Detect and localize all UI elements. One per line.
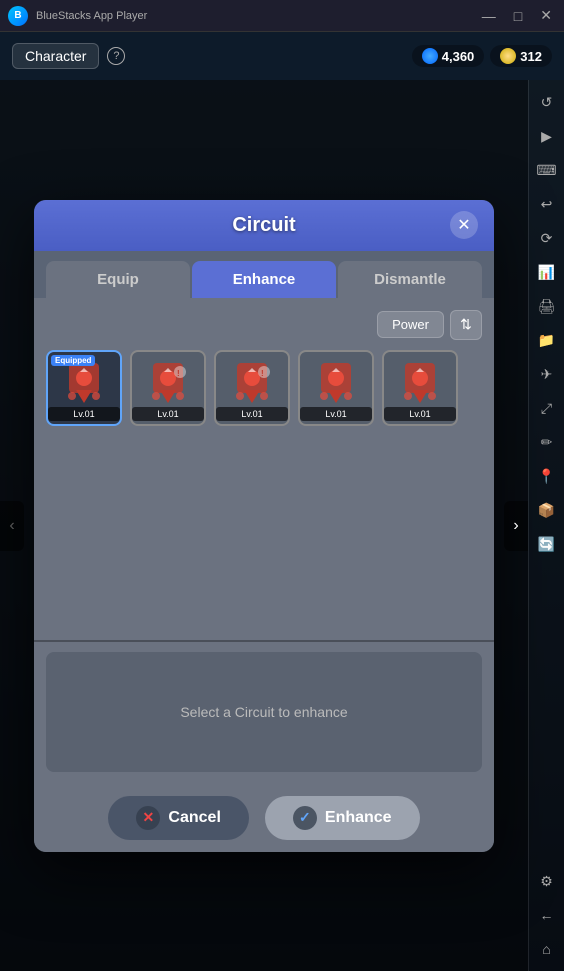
close-btn[interactable]: ✕ [536, 5, 556, 26]
game-header: Character ? 4,360 312 [0, 32, 564, 80]
cancel-button[interactable]: ✕ Cancel [108, 796, 248, 840]
nav-icon-sync[interactable]: 🔄 [533, 530, 561, 558]
svg-text:!: ! [261, 369, 264, 378]
nav-icon-layers[interactable]: 📦 [533, 496, 561, 524]
sort-power-button[interactable]: Power [377, 311, 444, 338]
nav-icon-keyboard[interactable]: ⌨ [533, 156, 561, 184]
bluestacks-logo: B [8, 6, 28, 26]
minimize-btn[interactable]: — [478, 6, 500, 26]
circuit-card-3[interactable]: ! Lv.01 [214, 350, 290, 426]
gold-currency-icon [500, 48, 516, 64]
tab-equip[interactable]: Equip [46, 261, 190, 298]
game-area: ‹ Circuit ✕ Equip Enhance Dismantle [0, 80, 564, 971]
nav-icon-settings[interactable]: ⚙ [533, 867, 561, 895]
enhance-label: Enhance [325, 809, 392, 827]
nav-icon-edit[interactable]: ✏ [533, 428, 561, 456]
nav-icon-resize[interactable]: ⤢ [533, 394, 561, 422]
cancel-icon: ✕ [136, 806, 160, 830]
enhance-icon: ✓ [293, 806, 317, 830]
circuit-card-1[interactable]: Equipped Lv.01 [46, 350, 122, 426]
modal-header: Circuit ✕ [34, 200, 494, 251]
circuit-level-3: Lv.01 [216, 407, 288, 421]
tab-enhance[interactable]: Enhance [192, 261, 336, 298]
nav-icon-chart[interactable]: 📊 [533, 258, 561, 286]
circuit-level-5: Lv.01 [384, 407, 456, 421]
circuit-info-panel: Select a Circuit to enhance [46, 652, 482, 772]
currency-gold: 312 [490, 45, 552, 67]
help-icon-btn[interactable]: ? [107, 47, 125, 65]
character-button[interactable]: Character [12, 43, 99, 69]
nav-icon-left[interactable]: ← [533, 901, 561, 929]
nav-icon-airplane[interactable]: ✈ [533, 360, 561, 388]
side-nav-right: ↺ ▶ ⌨ ↩ ⟳ 📊 🖨 📁 ✈ ⤢ ✏ 📍 📦 🔄 ⚙ ← ⌂ [528, 80, 564, 971]
close-x-icon: ✕ [457, 215, 470, 235]
circuit-grid: Equipped Lv.01 [46, 350, 482, 630]
circuit-card-4[interactable]: Lv.01 [298, 350, 374, 426]
modal-title: Circuit [232, 214, 295, 237]
circuit-level-1: Lv.01 [48, 407, 120, 421]
modal-footer: ✕ Cancel ✓ Enhance [34, 784, 494, 852]
nav-icon-pin[interactable]: 📍 [533, 462, 561, 490]
sort-bar: Power ⇅ [46, 310, 482, 340]
maximize-btn[interactable]: □ [510, 6, 526, 26]
gold-currency-value: 312 [520, 49, 542, 64]
currency-blue: 4,360 [412, 45, 485, 67]
nav-icon-print[interactable]: 🖨 [533, 292, 561, 320]
modal-close-button[interactable]: ✕ [450, 211, 478, 239]
right-nav-arrow[interactable]: › [504, 501, 528, 551]
modal-divider [34, 640, 494, 642]
circuit-level-2: Lv.01 [132, 407, 204, 421]
character-label: Character [25, 48, 86, 64]
nav-icon-rotate[interactable]: ⟳ [533, 224, 561, 252]
circuit-card-2[interactable]: ! Lv.01 [130, 350, 206, 426]
app-title: BlueStacks App Player [36, 10, 147, 22]
nav-icon-folder[interactable]: 📁 [533, 326, 561, 354]
svg-text:!: ! [177, 369, 180, 378]
sort-direction-icon: ⇅ [460, 316, 472, 333]
nav-icon-1[interactable]: ↺ [533, 88, 561, 116]
tab-bar: Equip Enhance Dismantle [34, 251, 494, 298]
nav-icon-2[interactable]: ▶ [533, 122, 561, 150]
modal-body: Power ⇅ [34, 298, 494, 784]
blue-currency-icon [422, 48, 438, 64]
bluestacks-topbar: B BlueStacks App Player — □ ✕ [0, 0, 564, 32]
equipped-tag: Equipped [51, 355, 95, 366]
enhance-button[interactable]: ✓ Enhance [265, 796, 420, 840]
circuit-card-5[interactable]: Lv.01 [382, 350, 458, 426]
cancel-label: Cancel [168, 809, 220, 827]
currency-display: 4,360 312 [412, 45, 552, 67]
select-hint-text: Select a Circuit to enhance [180, 704, 347, 720]
blue-currency-value: 4,360 [442, 49, 475, 64]
tab-dismantle[interactable]: Dismantle [338, 261, 482, 298]
circuit-modal: Circuit ✕ Equip Enhance Dismantle [34, 200, 494, 852]
window-controls[interactable]: — □ ✕ [478, 5, 556, 26]
modal-overlay: Circuit ✕ Equip Enhance Dismantle [0, 80, 528, 971]
nav-icon-home[interactable]: ⌂ [533, 935, 561, 963]
circuit-level-4: Lv.01 [300, 407, 372, 421]
nav-icon-back[interactable]: ↩ [533, 190, 561, 218]
sort-direction-button[interactable]: ⇅ [450, 310, 482, 340]
